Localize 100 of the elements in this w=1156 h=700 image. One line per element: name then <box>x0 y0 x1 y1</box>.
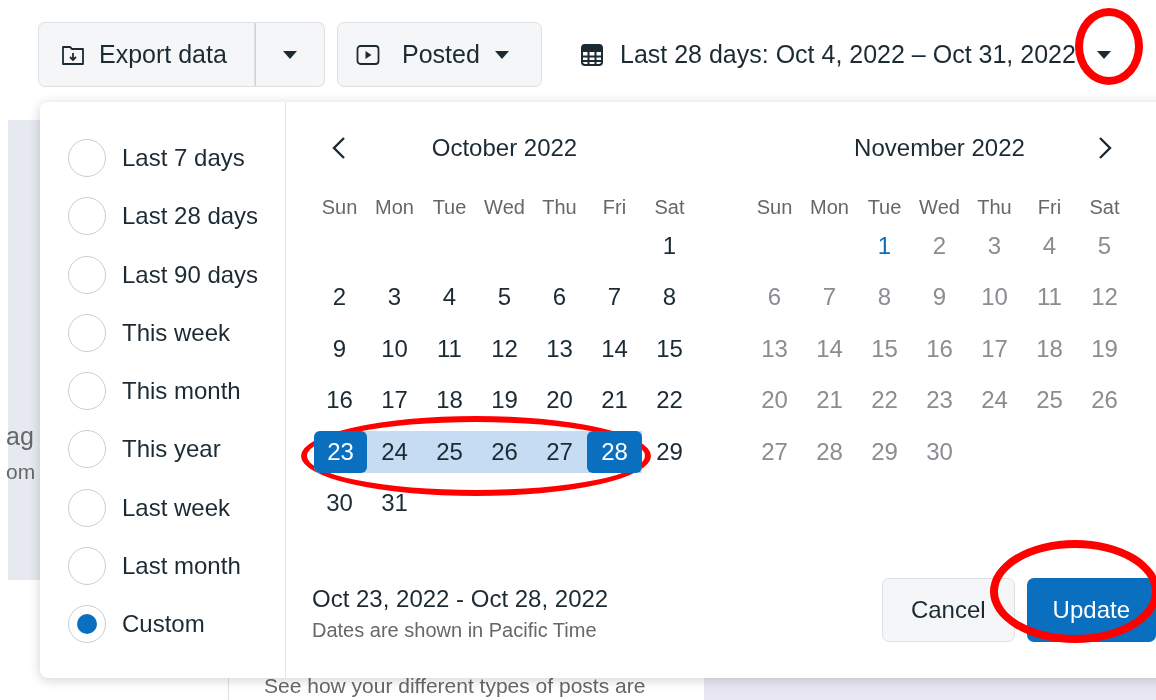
posted-filter-button[interactable]: Posted <box>337 22 542 87</box>
weekday-label: Fri <box>1036 196 1063 220</box>
calendar-day[interactable]: 17 <box>381 388 408 413</box>
calendar-day: 10 <box>981 285 1008 310</box>
preset-option[interactable]: Last 90 days <box>40 245 285 304</box>
calendar-day[interactable]: 11 <box>437 336 462 361</box>
calendar-day[interactable]: 23 <box>314 430 367 473</box>
weekday-label: Fri <box>601 196 628 220</box>
calendar-day: 22 <box>871 388 898 413</box>
calendar-icon <box>580 42 604 67</box>
calendar-day[interactable]: 21 <box>601 388 628 413</box>
radio-button[interactable] <box>68 197 106 236</box>
calendar-day[interactable]: 15 <box>656 336 683 361</box>
calendar-day: 20 <box>761 388 788 413</box>
background-text: See how your different types of posts are <box>264 674 646 697</box>
month-title: October 2022 <box>431 134 578 162</box>
radio-button[interactable] <box>68 139 106 178</box>
preset-option[interactable]: Last week <box>40 478 285 537</box>
weekday-label: Tue <box>431 196 468 220</box>
calendar-day[interactable]: 9 <box>332 336 347 361</box>
calendar-day: 1 <box>877 233 892 258</box>
weekday-label: Sat <box>1088 196 1121 220</box>
calendar-day: 29 <box>871 439 898 464</box>
radio-button[interactable] <box>68 255 106 294</box>
calendar-day[interactable]: 7 <box>607 285 622 310</box>
calendar-day[interactable]: 12 <box>491 336 518 361</box>
weekday-label: Wed <box>918 196 961 220</box>
calendar-day[interactable]: 13 <box>546 336 573 361</box>
selected-range-text: Oct 23, 2022 - Oct 28, 2022 <box>312 585 609 613</box>
date-range-button[interactable]: Last 28 days: Oct 4, 2022 – Oct 31, 2022 <box>580 40 1112 69</box>
preset-option[interactable]: This month <box>40 362 285 421</box>
calendar-day[interactable]: 29 <box>656 439 683 464</box>
calendar-day: 5 <box>1097 233 1112 258</box>
weekday-label: Thu <box>541 196 578 220</box>
radio-button[interactable] <box>68 488 106 527</box>
calendar-day[interactable]: 22 <box>656 388 683 413</box>
folder-download-icon <box>61 43 85 66</box>
calendar-day[interactable]: 8 <box>662 285 677 310</box>
weekday-label: Mon <box>374 196 415 220</box>
calendar-day[interactable]: 28 <box>587 430 642 473</box>
calendar-day: 27 <box>761 439 788 464</box>
preset-option[interactable]: Last 7 days <box>40 129 285 188</box>
calendar-day: 11 <box>1037 285 1062 310</box>
timezone-note: Dates are shown in Pacific Time <box>312 619 598 642</box>
calendar-day: 3 <box>987 233 1002 258</box>
calendar-day[interactable]: 10 <box>381 336 408 361</box>
export-data-button[interactable]: Export data <box>38 22 255 87</box>
calendar-day: 24 <box>981 388 1008 413</box>
calendar-day[interactable]: 30 <box>326 491 353 516</box>
play-icon <box>356 43 380 66</box>
weekday-label: Sat <box>653 196 686 220</box>
calendar-day[interactable]: 2 <box>332 285 347 310</box>
calendar-day: 14 <box>816 336 843 361</box>
calendar-day: 16 <box>926 336 953 361</box>
calendar-day: 13 <box>761 336 788 361</box>
calendar-day[interactable]: 31 <box>381 491 408 516</box>
weekday-label: Mon <box>809 196 850 220</box>
preset-option[interactable]: Last 28 days <box>40 187 285 246</box>
calendar-day[interactable]: 20 <box>546 388 573 413</box>
calendar-day: 18 <box>1036 336 1063 361</box>
previous-month-icon[interactable] <box>332 136 346 160</box>
calendar-day: 12 <box>1091 285 1118 310</box>
next-month-icon[interactable] <box>1098 136 1112 160</box>
preset-option[interactable]: Custom <box>40 595 285 654</box>
calendar-day: 2 <box>932 233 947 258</box>
calendar-day: 8 <box>877 285 892 310</box>
radio-button[interactable] <box>68 605 106 644</box>
weekday-label: Sun <box>320 196 359 220</box>
calendar-day: 26 <box>1091 388 1118 413</box>
month-title: November 2022 <box>854 134 1025 162</box>
caret-icon <box>493 49 510 60</box>
preset-option[interactable]: This week <box>40 303 285 362</box>
export-options-button[interactable] <box>255 22 325 87</box>
calendar-day[interactable]: 16 <box>326 388 353 413</box>
calendar-day[interactable]: 19 <box>491 388 518 413</box>
radio-button[interactable] <box>68 546 106 585</box>
preset-option[interactable]: This year <box>40 420 285 479</box>
background-text: ag <box>6 422 34 451</box>
calendar-day: 9 <box>932 285 947 310</box>
preset-option[interactable]: Last month <box>40 536 285 595</box>
calendar-day[interactable]: 4 <box>442 285 457 310</box>
calendar-day: 15 <box>871 336 898 361</box>
radio-button[interactable] <box>68 313 106 352</box>
background-text: om <box>6 460 36 484</box>
calendar-day: 6 <box>767 285 782 310</box>
calendar-day[interactable]: 14 <box>601 336 628 361</box>
calendar-day: 21 <box>816 388 843 413</box>
radio-button[interactable] <box>68 430 106 469</box>
weekday-label: Tue <box>866 196 903 220</box>
cancel-button[interactable]: Cancel <box>881 578 1015 642</box>
calendar-day[interactable]: 3 <box>387 285 402 310</box>
calendar-day: 23 <box>926 388 953 413</box>
calendar-day: 4 <box>1042 233 1057 258</box>
radio-button[interactable] <box>68 372 106 411</box>
caret-icon <box>1095 49 1112 60</box>
calendar-day[interactable]: 18 <box>436 388 463 413</box>
calendar-day: 25 <box>1036 388 1063 413</box>
calendar-day[interactable]: 6 <box>552 285 567 310</box>
calendar-day[interactable]: 5 <box>497 285 512 310</box>
calendar-day[interactable]: 1 <box>662 233 677 258</box>
